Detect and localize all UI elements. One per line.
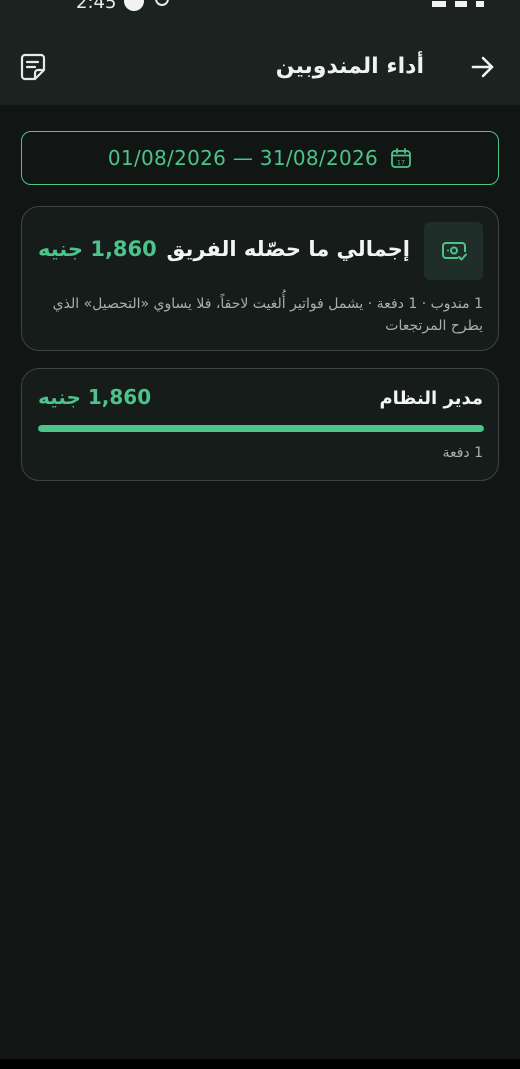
- date-range-picker[interactable]: 01/08/2026 — 31/08/2026 17: [21, 131, 499, 185]
- system-icons: [428, 0, 484, 7]
- team-total-card: إجمالي ما حصّله الفريق 1,860 جنيه 1 مندو…: [21, 206, 499, 351]
- calendar-icon: 17: [391, 148, 411, 168]
- notes-button[interactable]: [18, 52, 48, 82]
- notification-dot-icon: [124, 0, 144, 11]
- sync-icon: [155, 0, 169, 6]
- rep-payments: 1 دفعة: [442, 445, 483, 461]
- gesture-bar: [0, 1059, 520, 1069]
- back-button[interactable]: [468, 52, 498, 82]
- team-total-amount: 1,860 جنيه: [38, 237, 157, 261]
- team-total-title: إجمالي ما حصّله الفريق: [166, 237, 410, 261]
- money-check-icon: [441, 242, 467, 261]
- top-app-bar: أداء المندوبين: [0, 14, 520, 105]
- status-time: 2:45: [76, 0, 117, 13]
- signal-icon: [454, 1, 467, 7]
- team-total-note: 1 مندوب · 1 دفعة · يشمل فواتير أُلغيت لا…: [52, 296, 483, 334]
- status-bar: 2:45: [0, 0, 520, 14]
- arrow-right-icon: [471, 56, 494, 78]
- page-title: أداء المندوبين: [275, 54, 424, 79]
- wifi-icon: [431, 1, 446, 7]
- svg-text:17: 17: [397, 159, 405, 167]
- money-icon-box: [424, 222, 483, 280]
- battery-icon: [476, 1, 484, 7]
- rep-card[interactable]: مدير النظام 1,860 جنيه 1 دفعة: [21, 368, 499, 481]
- rep-share-bar: [38, 425, 484, 432]
- note-icon: [20, 53, 46, 81]
- rep-share-fill: [38, 425, 484, 432]
- date-range-text: 01/08/2026 — 31/08/2026: [107, 146, 379, 170]
- rep-amount: 1,860 جنيه: [38, 385, 152, 409]
- rep-name: مدير النظام: [379, 388, 483, 409]
